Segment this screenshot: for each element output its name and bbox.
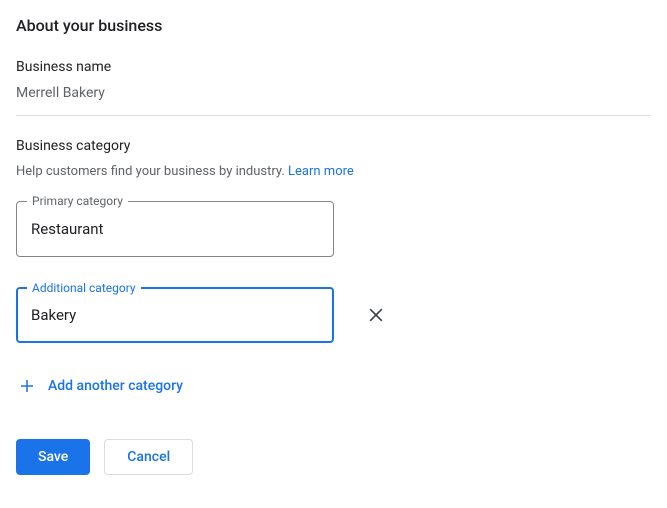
page-title: About your business: [16, 16, 651, 35]
business-name-value: Merrell Bakery: [16, 85, 651, 101]
action-buttons: Save Cancel: [16, 439, 651, 475]
additional-category-input[interactable]: [31, 306, 319, 324]
section-divider: [16, 115, 651, 116]
remove-category-button[interactable]: [362, 301, 390, 329]
add-another-label: Add another category: [48, 378, 183, 394]
plus-icon: [18, 377, 36, 395]
help-text-content: Help customers find your business by ind…: [16, 164, 288, 179]
business-category-label: Business category: [16, 138, 651, 154]
business-name-label: Business name: [16, 59, 651, 75]
add-another-category-button[interactable]: Add another category: [16, 373, 185, 399]
primary-category-input[interactable]: [31, 220, 319, 238]
additional-category-field[interactable]: Additional category: [16, 287, 334, 343]
primary-category-floating-label: Primary category: [27, 194, 128, 208]
primary-category-field[interactable]: Primary category: [16, 201, 334, 257]
learn-more-link[interactable]: Learn more: [288, 164, 354, 179]
cancel-button[interactable]: Cancel: [104, 439, 193, 475]
additional-category-floating-label: Additional category: [27, 281, 141, 295]
save-button[interactable]: Save: [16, 439, 90, 475]
business-category-help: Help customers find your business by ind…: [16, 164, 651, 179]
close-icon: [366, 305, 386, 325]
